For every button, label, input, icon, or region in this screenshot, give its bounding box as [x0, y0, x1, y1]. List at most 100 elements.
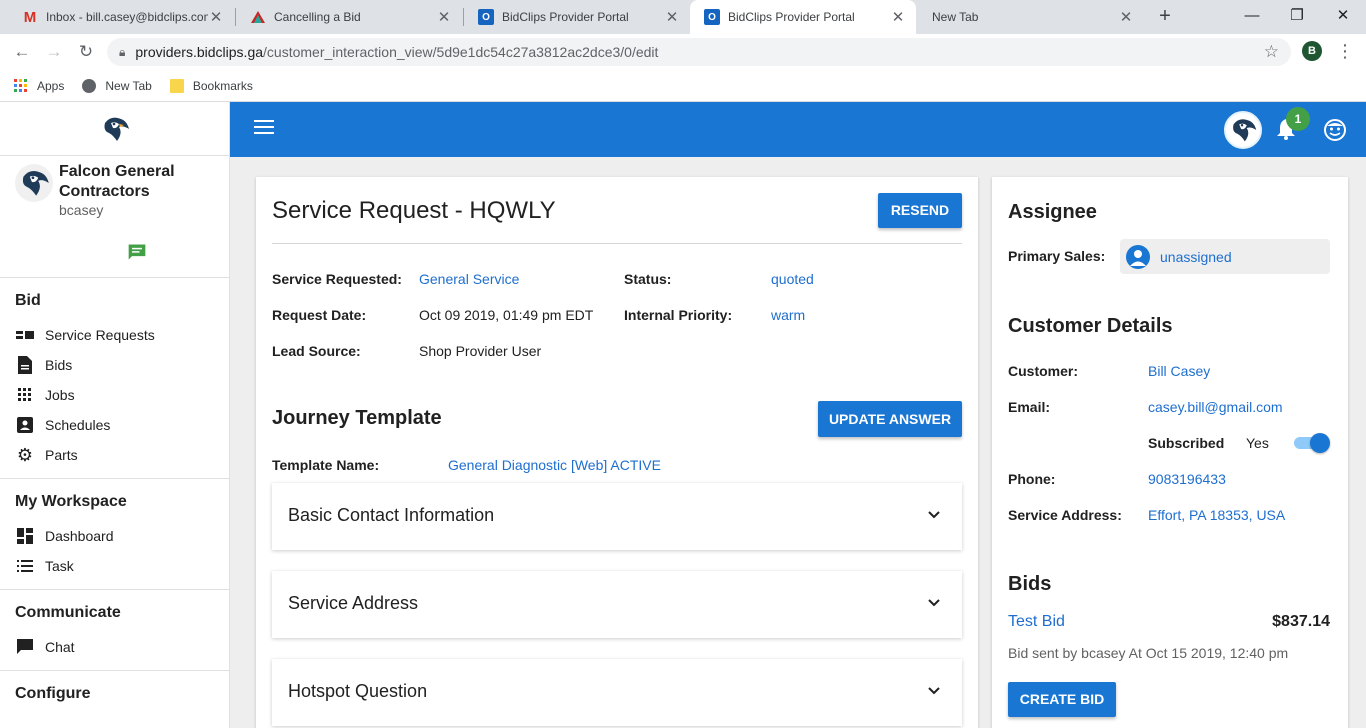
lead-source-value: Shop Provider User: [419, 343, 542, 359]
bookmark-new-tab[interactable]: New Tab: [82, 78, 152, 93]
chevron-down-icon: [928, 599, 940, 607]
mountain-icon: [250, 9, 266, 25]
sidebar-item-schedules[interactable]: Schedules: [0, 410, 229, 440]
apps-grid-icon: [14, 78, 28, 93]
new-tab-plus-icon[interactable]: +: [1154, 5, 1176, 27]
accordion-service-address[interactable]: Service Address: [272, 571, 962, 638]
sidebar-item-chat[interactable]: Chat: [0, 632, 229, 662]
bookmark-folder[interactable]: Bookmarks: [169, 78, 253, 93]
browser-tab-bidclips-1[interactable]: O BidClips Provider Portal ✕: [464, 0, 690, 34]
field-label: Customer:: [1008, 363, 1079, 379]
folder-icon: [169, 78, 184, 93]
sidebar-item-jobs[interactable]: Jobs: [0, 380, 229, 410]
list-card-icon: [16, 326, 34, 344]
accordion-basic-contact[interactable]: Basic Contact Information: [272, 483, 962, 550]
app-bar: 1: [230, 102, 1366, 157]
bookmark-star-icon[interactable]: ☆: [1264, 42, 1279, 62]
address-bar[interactable]: 🔒︎ providers.bidclips.ga/customer_intera…: [107, 38, 1291, 66]
face-account-icon[interactable]: [1324, 119, 1346, 141]
sidebar-item-parts[interactable]: ⚙ Parts: [0, 440, 229, 470]
company-avatar[interactable]: [15, 164, 53, 202]
sidebar-item-service-requests[interactable]: Service Requests: [0, 320, 229, 350]
nav-heading: Configure: [15, 685, 91, 702]
customer-phone-link[interactable]: 9083196433: [1148, 471, 1226, 487]
bidclips-icon: O: [478, 9, 494, 25]
status-value[interactable]: quoted: [771, 271, 814, 287]
field-label: Service Address:: [1008, 507, 1122, 523]
primary-sales-select[interactable]: unassigned: [1120, 239, 1330, 274]
service-requested-link[interactable]: General Service: [419, 271, 519, 287]
primary-sales-value: unassigned: [1160, 248, 1232, 265]
browser-tab-gmail[interactable]: M Inbox - bill.casey@bidclips.com ✕: [8, 0, 234, 34]
accordion-title: Basic Contact Information: [288, 505, 495, 525]
browser-tab-cancelling-bid[interactable]: Cancelling a Bid ✕: [236, 0, 462, 34]
sidebar-item-dashboard[interactable]: Dashboard: [0, 521, 229, 551]
notification-badge: 1: [1286, 107, 1310, 131]
bid-link[interactable]: Test Bid: [1008, 613, 1065, 631]
bookmark-label: Bookmarks: [192, 78, 253, 93]
chevron-down-icon: [928, 687, 940, 695]
nav-section-configure: Configure: [0, 671, 229, 721]
field-label: Subscribed: [1148, 435, 1225, 451]
customer-email-link[interactable]: casey.bill@gmail.com: [1148, 399, 1283, 415]
divider: [272, 243, 962, 244]
resend-button[interactable]: RESEND: [878, 193, 962, 228]
service-address-link[interactable]: Effort, PA 18353, USA: [1148, 507, 1285, 523]
dashboard-icon: [16, 527, 34, 545]
field-label: Email:: [1008, 399, 1051, 415]
close-icon[interactable]: ✕: [1118, 8, 1134, 26]
field-label: Template Name:: [272, 457, 380, 473]
template-name-link[interactable]: General Diagnostic [Web] ACTIVE: [448, 457, 661, 473]
browser-tab-bidclips-active[interactable]: O BidClips Provider Portal ✕: [690, 0, 916, 34]
close-icon[interactable]: ✕: [436, 8, 452, 26]
page-title: Service Request - HQWLY: [272, 197, 556, 224]
browser-tab-new-tab[interactable]: New Tab ✕: [918, 0, 1144, 34]
close-icon[interactable]: ✕: [208, 8, 224, 26]
field-label: Primary Sales:: [1008, 248, 1106, 264]
user-avatar[interactable]: [1224, 111, 1262, 149]
customer-details-heading: Customer Details: [1008, 315, 1173, 337]
field-label: Service Requested:: [272, 271, 402, 287]
restore-icon[interactable]: ❐: [1285, 5, 1309, 27]
subscribed-toggle[interactable]: [1294, 433, 1330, 453]
grid-icon: [16, 386, 34, 404]
hamburger-menu-icon[interactable]: [254, 120, 274, 136]
create-bid-button[interactable]: CREATE BID: [1008, 682, 1116, 717]
sidebar-logo[interactable]: [0, 102, 229, 156]
close-icon[interactable]: ✕: [890, 8, 906, 26]
gmail-icon: M: [23, 8, 37, 26]
url-path: /customer_interaction_view/5d9e1dc54c27a…: [263, 44, 659, 60]
bookmark-apps[interactable]: Apps: [14, 78, 64, 93]
kebab-menu-icon[interactable]: ⋮: [1336, 40, 1354, 64]
window-close-icon[interactable]: ✕: [1331, 5, 1355, 27]
falcon-logo-icon: [22, 171, 49, 196]
sidebar-item-label: Service Requests: [45, 327, 155, 343]
accordion-hotspot-question[interactable]: Hotspot Question: [272, 659, 962, 726]
bids-heading: Bids: [1008, 573, 1052, 595]
subscribed-value: Yes: [1246, 435, 1269, 451]
field-label: Request Date:: [272, 307, 367, 323]
browser-toolbar: ← → ↻ 🔒︎ providers.bidclips.ga/customer_…: [0, 34, 1366, 70]
update-answer-button[interactable]: UPDATE ANSWER: [818, 401, 962, 437]
profile-avatar[interactable]: B: [1302, 41, 1322, 61]
forward-arrow-icon[interactable]: →: [42, 40, 66, 64]
sidebar-item-bids[interactable]: Bids: [0, 350, 229, 380]
close-icon[interactable]: ✕: [664, 8, 680, 26]
customer-name-link[interactable]: Bill Casey: [1148, 363, 1210, 379]
details-card: Assignee Primary Sales: unassigned Custo…: [992, 177, 1348, 728]
message-icon[interactable]: [126, 242, 148, 262]
toggle-knob: [1310, 433, 1330, 453]
reload-icon[interactable]: ↻: [74, 40, 98, 64]
back-arrow-icon[interactable]: ←: [10, 40, 34, 64]
sidebar-item-label: Dashboard: [45, 528, 114, 544]
priority-value[interactable]: warm: [771, 307, 805, 323]
nav-heading: My Workspace: [15, 493, 127, 510]
sidebar-item-task[interactable]: Task: [0, 551, 229, 581]
falcon-logo-icon: [104, 117, 129, 141]
chevron-down-icon: [928, 511, 940, 519]
browser-tabstrip: M Inbox - bill.casey@bidclips.com ✕ Canc…: [0, 0, 1366, 34]
sidebar-item-label: Task: [45, 558, 74, 574]
minimize-icon[interactable]: —: [1240, 5, 1264, 27]
person-icon: [1126, 244, 1150, 269]
company-profile: Falcon General Contractors bcasey: [0, 156, 229, 278]
